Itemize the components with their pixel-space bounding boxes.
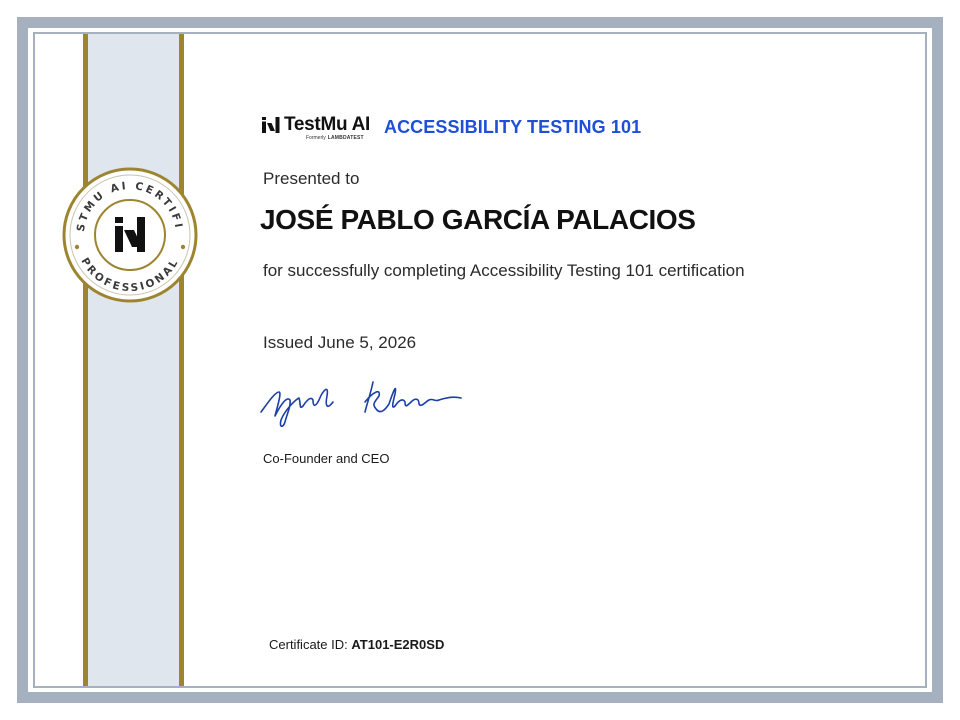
certificate-id-value: AT101-E2R0SD <box>351 637 445 652</box>
completion-description: for successfully completing Accessibilit… <box>263 261 745 280</box>
testmu-logo-icon <box>262 117 280 133</box>
certificate-id: Certificate ID: AT101-E2R0SD <box>269 637 444 652</box>
header-row: TestMu AI Formerly LAMBDATEST ACCESSIBIL… <box>262 114 641 146</box>
certified-professional-seal: TESTMU AI CERTIFIED PROFESSIONAL <box>60 165 198 303</box>
recipient-name: JOSÉ PABLO GARCÍA PALACIOS <box>260 204 696 235</box>
brand-formerly-label: Formerly <box>306 135 326 141</box>
issued-date: Issued June 5, 2026 <box>263 333 417 352</box>
ceo-signature <box>260 381 462 428</box>
signer-title: Co-Founder and CEO <box>263 451 390 466</box>
brand-formerly-line: Formerly LAMBDATEST <box>306 135 370 142</box>
presented-to-label: Presented to <box>263 169 360 188</box>
side-ribbon <box>83 34 184 686</box>
brand-name: TestMu AI <box>284 114 370 135</box>
certificate-page: TESTMU AI CERTIFIED PROFESSIONAL T <box>0 0 960 720</box>
course-title: ACCESSIBILITY TESTING 101 <box>383 117 642 137</box>
brand-formerly-logo: LAMBDATEST <box>327 135 364 141</box>
brand-logo: TestMu AI Formerly LAMBDATEST <box>262 114 370 142</box>
certificate-id-label: Certificate ID: <box>269 637 348 652</box>
